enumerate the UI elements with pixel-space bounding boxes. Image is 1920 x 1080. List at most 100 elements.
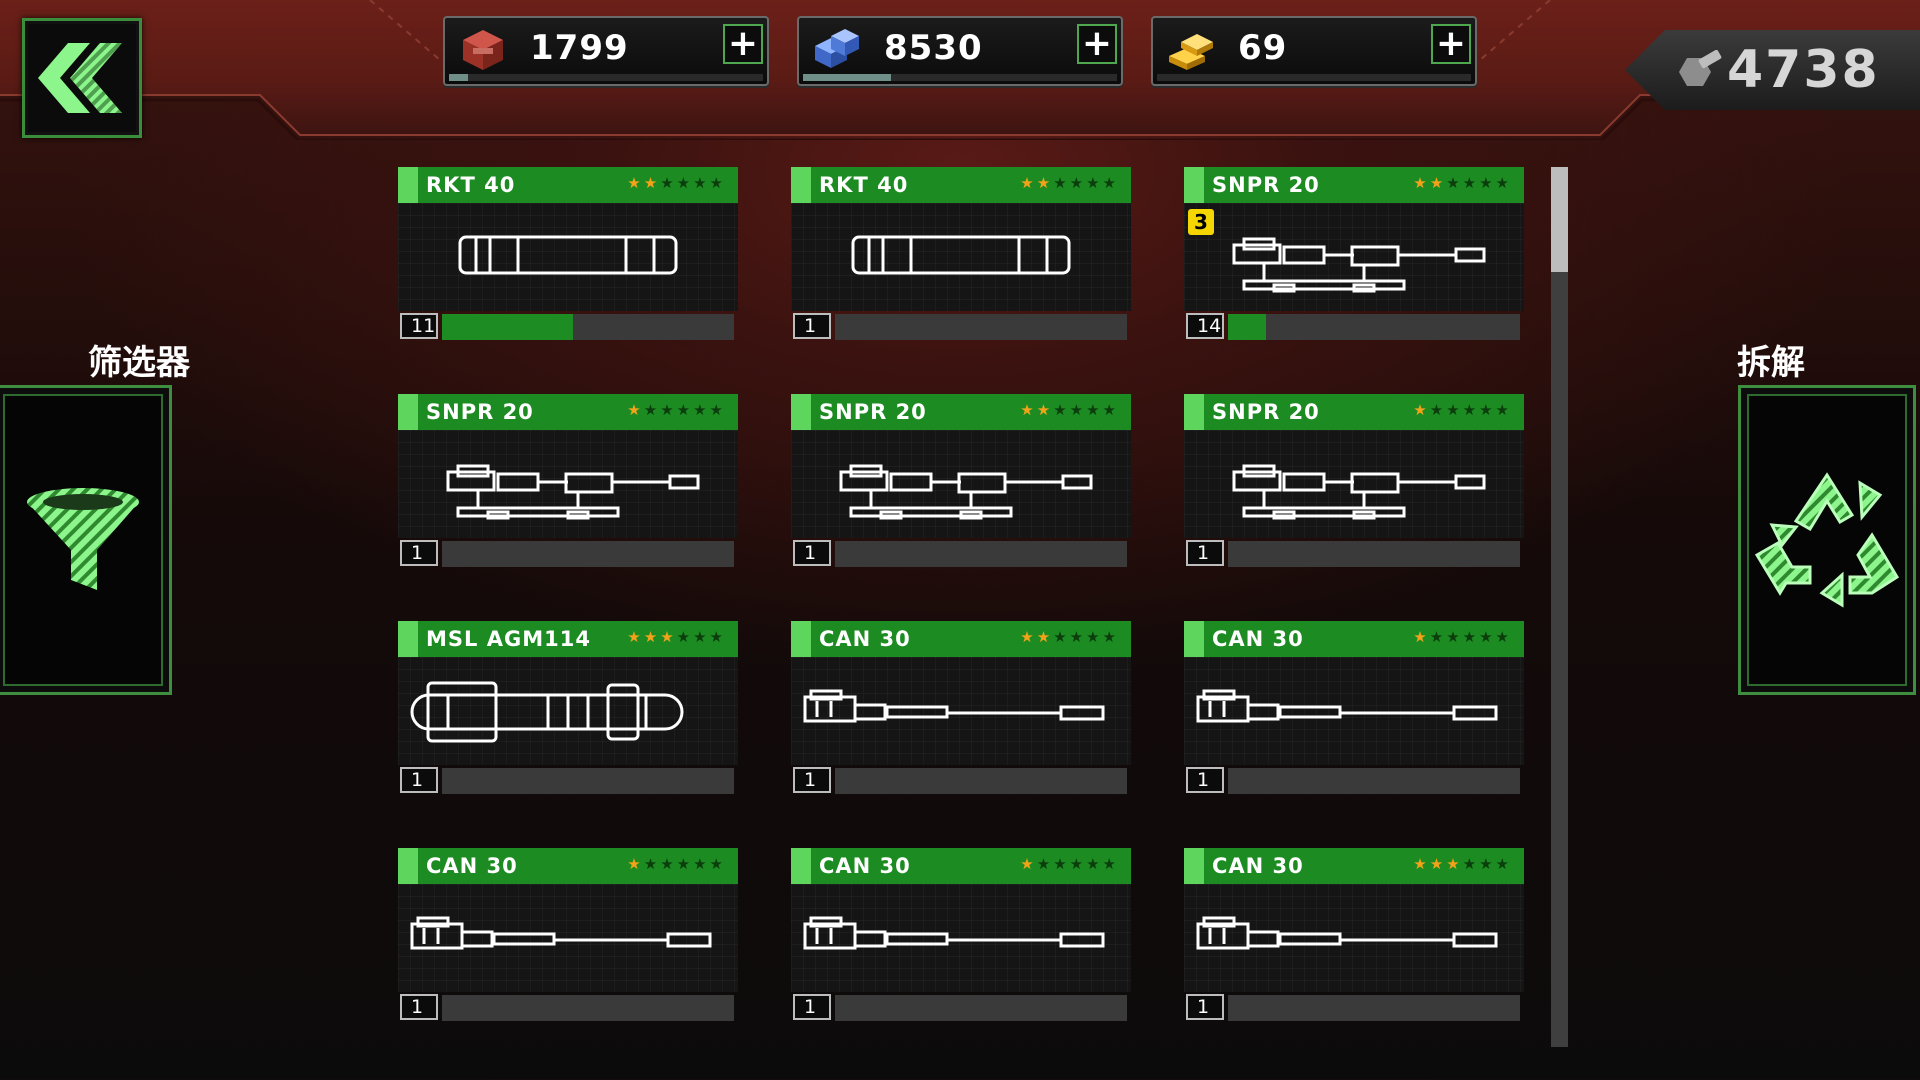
star-empty-icon: ★	[693, 628, 710, 646]
weapon-name: CAN 30	[1212, 627, 1304, 651]
missile-weapon-icon	[410, 681, 684, 743]
weapon-card[interactable]: RKT 40 ★★★★★★ 1	[791, 167, 1131, 342]
star-empty-icon: ★	[1446, 174, 1463, 192]
weapon-image	[398, 430, 738, 538]
xp-bar	[835, 314, 1127, 340]
weapon-name: CAN 30	[1212, 854, 1304, 878]
weapon-card[interactable]: SNPR 20 ★★★★★★ 1	[398, 394, 738, 569]
weapon-image	[791, 657, 1131, 765]
star-rating: ★★★★★★	[1020, 855, 1119, 873]
star-filled-icon: ★	[1413, 174, 1430, 192]
weapon-image	[1184, 657, 1524, 765]
star-empty-icon: ★	[1102, 628, 1119, 646]
star-filled-icon: ★	[1036, 401, 1054, 419]
weapon-card[interactable]: SNPR 20 ★★★★★★ 1	[791, 394, 1131, 569]
xp-bar	[835, 768, 1127, 794]
star-empty-icon: ★	[1462, 174, 1480, 192]
weapon-card[interactable]: MSL AGM114 ★★★★★★ 1	[398, 621, 738, 796]
weapon-card[interactable]: CAN 30 ★★★★★★ 1	[791, 848, 1131, 1023]
parts-counter: 4738	[1625, 30, 1920, 110]
star-filled-icon: ★	[1036, 174, 1054, 192]
star-empty-icon: ★	[1446, 401, 1463, 419]
add-blue-crates-button[interactable]: +	[1077, 24, 1117, 64]
weapon-card-header: CAN 30 ★★★★★★	[1184, 848, 1524, 884]
resource-blue-crates: 8530 +	[797, 16, 1123, 86]
weapon-card[interactable]: CAN 30 ★★★★★★ 1	[1184, 848, 1524, 1023]
star-empty-icon: ★	[693, 855, 710, 873]
xp-bar-fill	[1228, 314, 1266, 340]
star-empty-icon: ★	[1479, 401, 1496, 419]
weapon-card[interactable]: CAN 30 ★★★★★★ 1	[1184, 621, 1524, 796]
star-empty-icon: ★	[1086, 401, 1103, 419]
weapon-name: SNPR 20	[426, 400, 534, 424]
weapon-card[interactable]: CAN 30 ★★★★★★ 1	[398, 848, 738, 1023]
weapon-image	[791, 884, 1131, 992]
star-empty-icon: ★	[1102, 401, 1119, 419]
star-filled-icon: ★	[643, 174, 661, 192]
star-empty-icon: ★	[676, 401, 694, 419]
weapon-card[interactable]: CAN 30 ★★★★★★ 1	[791, 621, 1131, 796]
add-crate-button[interactable]: +	[723, 24, 763, 64]
bolt-nut-icon	[1679, 50, 1722, 86]
star-rating: ★★★★★★	[627, 401, 726, 419]
star-empty-icon: ★	[643, 401, 661, 419]
star-empty-icon: ★	[1086, 174, 1103, 192]
weapon-card-header: CAN 30 ★★★★★★	[1184, 621, 1524, 657]
weapon-level: 1	[400, 540, 438, 566]
star-empty-icon: ★	[1053, 628, 1070, 646]
blue-crates-count: 8530	[884, 28, 983, 68]
star-filled-icon: ★	[1413, 628, 1430, 646]
red-crate-icon	[463, 30, 503, 70]
xp-bar	[442, 541, 734, 567]
weapon-level: 14	[1186, 313, 1224, 339]
weapon-card-header: RKT 40 ★★★★★★	[398, 167, 738, 203]
weapon-card-header: MSL AGM114 ★★★★★★	[398, 621, 738, 657]
gold-bars-icon	[1169, 34, 1213, 70]
star-rating: ★★★★★★	[1020, 174, 1119, 192]
star-empty-icon: ★	[1462, 628, 1480, 646]
scrollbar[interactable]	[1551, 167, 1568, 1047]
cannon-weapon-icon	[1196, 689, 1498, 723]
star-rating: ★★★★★★	[1413, 628, 1512, 646]
weapon-image	[398, 657, 738, 765]
back-button[interactable]	[22, 18, 142, 138]
star-rating: ★★★★★★	[1020, 401, 1119, 419]
cannon-weapon-icon	[1196, 916, 1498, 950]
sniper-weapon-icon	[1232, 237, 1486, 293]
xp-bar	[1228, 541, 1520, 567]
star-filled-icon: ★	[627, 401, 644, 419]
weapon-name: CAN 30	[819, 627, 911, 651]
sniper-weapon-icon	[446, 464, 700, 520]
weapon-card-header: SNPR 20 ★★★★★★	[791, 394, 1131, 430]
star-filled-icon: ★	[1429, 855, 1447, 873]
weapon-card[interactable]: SNPR 20 ★★★★★★ 3 14	[1184, 167, 1524, 342]
xp-bar	[442, 314, 734, 340]
star-empty-icon: ★	[1479, 855, 1496, 873]
star-empty-icon: ★	[1053, 855, 1070, 873]
star-empty-icon: ★	[676, 174, 694, 192]
weapon-level: 1	[400, 994, 438, 1020]
star-empty-icon: ★	[660, 855, 677, 873]
add-gold-button[interactable]: +	[1431, 24, 1471, 64]
filter-button[interactable]	[0, 385, 172, 695]
star-rating: ★★★★★★	[627, 174, 726, 192]
scrollbar-thumb[interactable]	[1551, 167, 1568, 272]
weapon-image	[398, 884, 738, 992]
weapon-card-header: CAN 30 ★★★★★★	[398, 848, 738, 884]
star-empty-icon: ★	[1053, 174, 1070, 192]
dismantle-button[interactable]	[1738, 385, 1916, 695]
weapon-card[interactable]: RKT 40 ★★★★★★ 11	[398, 167, 738, 342]
star-filled-icon: ★	[1413, 401, 1430, 419]
star-empty-icon: ★	[1495, 628, 1512, 646]
xp-bar	[835, 541, 1127, 567]
weapon-level: 1	[793, 313, 831, 339]
weapon-card-header: CAN 30 ★★★★★★	[791, 621, 1131, 657]
weapon-level: 1	[1186, 994, 1224, 1020]
weapon-card-header: SNPR 20 ★★★★★★	[398, 394, 738, 430]
star-empty-icon: ★	[643, 855, 661, 873]
weapon-image	[1184, 430, 1524, 538]
star-empty-icon: ★	[693, 174, 710, 192]
star-empty-icon: ★	[1429, 628, 1447, 646]
weapon-card[interactable]: SNPR 20 ★★★★★★ 1	[1184, 394, 1524, 569]
weapon-name: RKT 40	[819, 173, 909, 197]
